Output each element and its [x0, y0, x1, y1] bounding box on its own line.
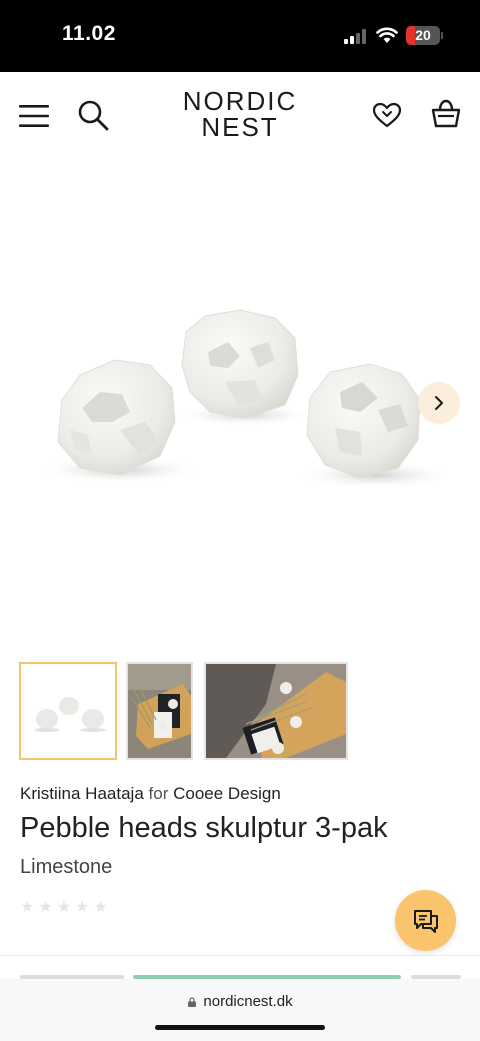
home-indicator: [155, 1025, 325, 1030]
url-text: nordicnest.dk: [203, 993, 293, 1010]
status-time: 11.02: [62, 22, 116, 45]
star-icon: ★: [75, 899, 90, 916]
signal-icon: [344, 28, 368, 44]
search-button[interactable]: [74, 96, 112, 134]
logo-line-2: NEST: [201, 112, 279, 142]
product-brand-line: Kristiina Haataja for Cooee Design: [20, 784, 281, 804]
star-icon: ★: [93, 899, 108, 916]
url-display[interactable]: nordicnest.dk: [0, 993, 480, 1010]
battery-icon: 20: [406, 26, 440, 45]
star-icon: ★: [20, 899, 35, 916]
thumbnail-3[interactable]: [204, 662, 348, 760]
site-header: NORDIC NEST: [0, 72, 480, 160]
designer-name[interactable]: Kristiina Haataja: [20, 784, 144, 803]
thumbnail-1[interactable]: [19, 662, 117, 760]
lock-icon: [188, 997, 197, 1007]
chat-icon: [413, 909, 438, 933]
site-logo[interactable]: NORDIC NEST: [170, 88, 310, 140]
product-main-image: [35, 309, 455, 489]
wishlist-heart-icon: [372, 102, 402, 128]
menu-icon: [19, 105, 49, 127]
section-divider: [0, 955, 480, 956]
thumbnail-2[interactable]: [126, 662, 193, 760]
brand-for-text: for: [148, 784, 169, 803]
wishlist-button[interactable]: [370, 98, 404, 132]
browser-address-bar[interactable]: nordicnest.dk: [0, 979, 480, 1041]
star-icon: ★: [56, 899, 72, 916]
product-image-carousel[interactable]: [0, 160, 480, 650]
rating-stars[interactable]: ★ ★ ★ ★ ★: [20, 900, 108, 916]
carousel-next-button[interactable]: [418, 382, 460, 424]
brand-name[interactable]: Cooee Design: [173, 784, 281, 803]
logo-line-1: NORDIC: [182, 86, 298, 116]
basket-button[interactable]: [428, 96, 464, 132]
status-bar: 11.02 20: [0, 0, 480, 72]
chevron-right-icon: [435, 396, 443, 410]
search-icon: [78, 100, 109, 131]
basket-icon: [431, 99, 461, 128]
product-variant: Limestone: [20, 856, 113, 878]
wifi-icon: [376, 27, 398, 43]
menu-button[interactable]: [16, 98, 52, 134]
chat-button[interactable]: [395, 890, 456, 951]
product-title: Pebble heads skulptur 3-pak: [20, 812, 388, 844]
star-icon: ★: [38, 899, 53, 916]
battery-level: 20: [415, 27, 431, 43]
